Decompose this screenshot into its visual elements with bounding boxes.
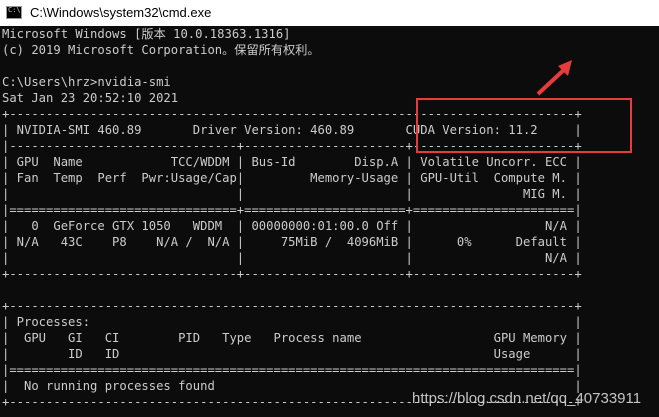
title-bar: C:\Windows\system32\cmd.exe [0,0,659,26]
console-line: Sat Jan 23 20:52:10 2021 [2,91,179,105]
console-line: |=======================================… [2,363,582,377]
console-line: (c) 2019 Microsoft Corporation。保留所有权利。 [2,43,320,57]
console-line: C:\Users\hrz>nvidia-smi [2,75,171,89]
console-line: | | | N/A | [2,251,582,265]
console-icon [6,6,22,19]
console-line: | 0 GeForce GTX 1050 WDDM | 00000000:01:… [2,219,582,233]
console-line: +---------------------------------------… [2,299,582,313]
console-line: | GPU Name TCC/WDDM | Bus-Id Disp.A | Vo… [2,155,582,169]
console-line: Microsoft Windows [版本 10.0.18363.1316] [2,27,291,41]
console-line: | | | MIG M. | [2,187,582,201]
console-line: +-------------------------------+-------… [2,267,582,281]
window-title: C:\Windows\system32\cmd.exe [30,5,212,20]
arrow-annotation-icon [536,60,572,96]
console-line: | Processes: | [2,315,582,329]
console-line: | Fan Temp Perf Pwr:Usage/Cap| Memory-Us… [2,171,582,185]
console-line: | GPU GI CI PID Type Process name GPU Me… [2,331,582,345]
console-line: | N/A 43C P8 N/A / N/A | 75MiB / 4096MiB… [2,235,582,249]
console-line: | ID ID Usage | [2,347,582,361]
watermark: https://blog.csdn.net/qq_40733911 [412,390,642,407]
console-line: |===============================+=======… [2,203,582,217]
highlight-box [416,98,632,153]
